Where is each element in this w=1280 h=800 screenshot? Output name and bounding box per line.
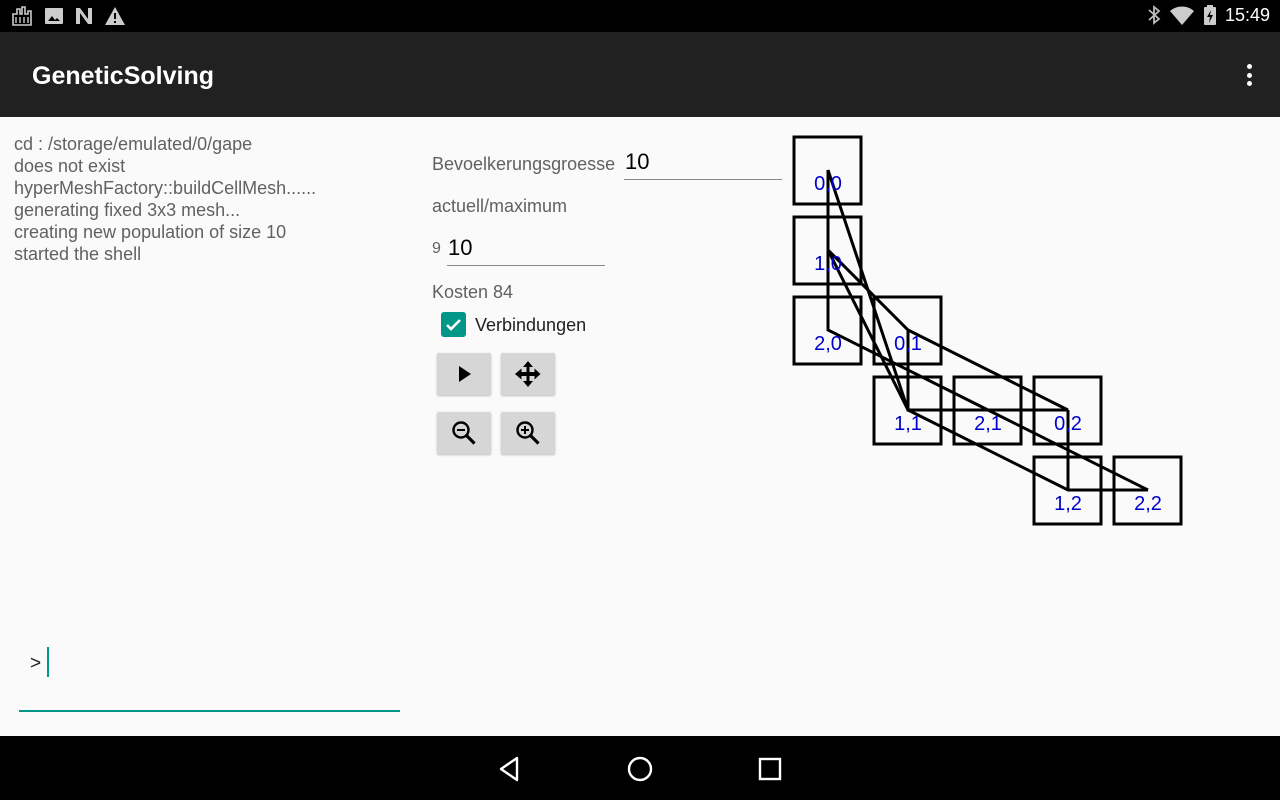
more-vert-icon[interactable] — [1240, 60, 1258, 90]
app-title: GeneticSolving — [32, 62, 214, 90]
recents-icon[interactable] — [755, 754, 785, 784]
log-line: hyperMeshFactory::buildCellMesh...... — [14, 178, 317, 198]
shell-input[interactable] — [47, 647, 49, 677]
population-field-underline — [624, 179, 782, 180]
zoom-out-icon — [452, 421, 476, 445]
log-line: started the shell — [14, 244, 142, 264]
n-logo-icon — [76, 8, 92, 24]
log-output: cd : /storage/emulated/0/gape does not e… — [14, 133, 414, 265]
check-icon — [446, 319, 461, 331]
app-bar: GeneticSolving — [0, 32, 1280, 117]
generation-field-underline — [447, 265, 605, 266]
play-button[interactable] — [437, 353, 491, 395]
mesh-cell-label: 1,1 — [894, 413, 922, 435]
play-icon — [459, 366, 471, 382]
mesh-cell-label: 2,0 — [814, 333, 842, 355]
status-bar: 15:49 — [0, 0, 1280, 32]
move-icon — [515, 361, 541, 387]
mesh-cell-label: 0,1 — [894, 333, 922, 355]
population-field[interactable]: 10 — [625, 149, 649, 175]
notification-icons — [12, 6, 126, 26]
generation-current: 9 — [432, 240, 441, 257]
connections-label: Verbindungen — [475, 315, 587, 335]
city-icon — [12, 6, 32, 26]
population-label: Bevoelkerungsgroesse — [432, 154, 616, 174]
log-line: cd : /storage/emulated/0/gape — [14, 134, 253, 154]
battery-icon — [1203, 5, 1216, 25]
bluetooth-icon — [1148, 5, 1161, 25]
shell-prompt: > — [30, 653, 42, 674]
mesh-cell-label: 1,0 — [814, 253, 842, 275]
system-status: 15:49 — [1147, 4, 1270, 26]
cost-label: Kosten — [432, 282, 489, 302]
warning-icon — [105, 7, 125, 25]
mesh-cell-label: 0,0 — [814, 173, 842, 195]
back-icon[interactable] — [495, 754, 525, 784]
mesh-cell-label: 1,2 — [1054, 493, 1082, 515]
mesh-cell-label: 2,1 — [974, 413, 1002, 435]
home-icon[interactable] — [625, 754, 655, 784]
generation-max-field[interactable]: 10 — [448, 235, 472, 261]
log-line: creating new population of size 10 — [14, 222, 287, 242]
connections-checkbox[interactable] — [441, 312, 466, 337]
navigation-bar — [0, 736, 1280, 800]
zoom-in-icon — [516, 421, 540, 445]
zoom-out-button[interactable] — [437, 412, 491, 454]
move-button[interactable] — [501, 353, 555, 395]
mesh-cell-label: 2,2 — [1134, 493, 1162, 515]
clock: 15:49 — [1224, 4, 1270, 25]
log-line: does not exist — [14, 156, 126, 176]
mesh-canvas[interactable]: 0,0 1,0 2,0 0,1 1,1 2,1 0,2 1,2 2,2 — [780, 117, 1200, 537]
log-line: generating fixed 3x3 mesh... — [14, 200, 241, 220]
main-content: cd : /storage/emulated/0/gape does not e… — [0, 117, 1280, 736]
zoom-in-button[interactable] — [501, 412, 555, 454]
mesh-cell-label: 0,2 — [1054, 413, 1082, 435]
image-icon — [45, 8, 63, 24]
wifi-icon — [1169, 6, 1194, 25]
cost-value: 84 — [493, 282, 514, 302]
generation-label: actuell/maximum — [432, 196, 568, 216]
shell-input-underline — [19, 710, 400, 712]
